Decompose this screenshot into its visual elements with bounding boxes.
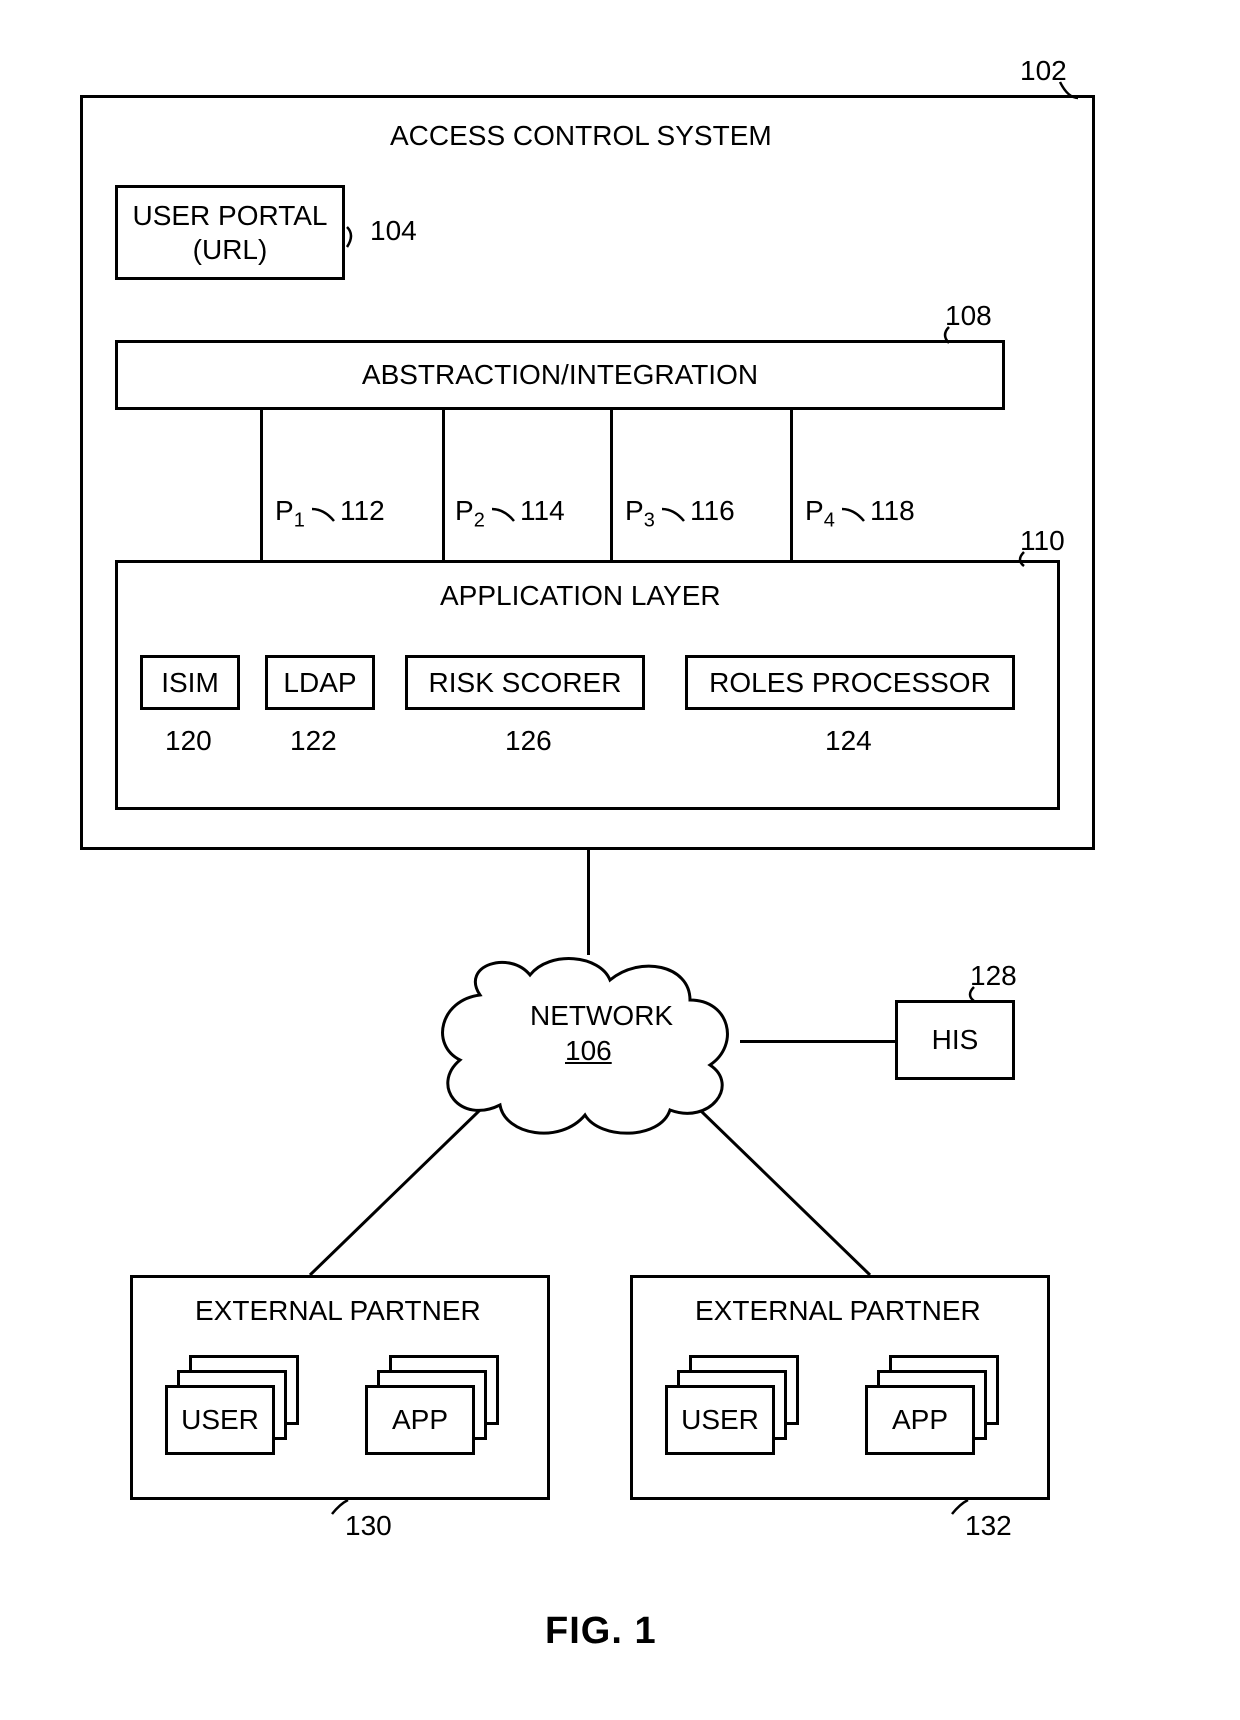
figure-title: FIG. 1 [545, 1610, 657, 1653]
conn-network-right [690, 1110, 890, 1280]
ref-126: 126 [505, 725, 552, 757]
ref-106: 106 [565, 1035, 612, 1067]
risk-scorer-box: RISK SCORER [405, 655, 645, 710]
user-portal-line1: USER PORTAL [132, 199, 327, 233]
tick-118 [840, 505, 868, 523]
ref-116: 116 [690, 495, 735, 527]
ref-112: 112 [340, 495, 385, 527]
conn-p4 [790, 410, 793, 560]
isim-label: ISIM [161, 666, 219, 700]
external-partner-right-title: EXTERNAL PARTNER [695, 1295, 981, 1327]
conn-p2 [442, 410, 445, 560]
access-control-system-title: ACCESS CONTROL SYSTEM [390, 120, 772, 152]
external-partner-left-title: EXTERNAL PARTNER [195, 1295, 481, 1327]
abstraction-label: ABSTRACTION/INTEGRATION [362, 358, 758, 392]
roles-label: ROLES PROCESSOR [709, 666, 991, 700]
isim-box: ISIM [140, 655, 240, 710]
app-label-right: APP [892, 1403, 948, 1437]
tick-110 [1010, 550, 1030, 568]
ref-114: 114 [520, 495, 565, 527]
ref-132: 132 [965, 1510, 1012, 1542]
tick-116 [660, 505, 688, 523]
roles-processor-box: ROLES PROCESSOR [685, 655, 1015, 710]
diagram-canvas: ACCESS CONTROL SYSTEM 102 USER PORTAL (U… [0, 0, 1240, 1720]
tick-108 [935, 325, 955, 345]
conn-sys-network [587, 850, 590, 955]
abstraction-box: ABSTRACTION/INTEGRATION [115, 340, 1005, 410]
conn-p3 [610, 410, 613, 560]
tick-128 [960, 985, 980, 1003]
p1-label: P1 [275, 495, 305, 533]
ref-124: 124 [825, 725, 872, 757]
user-portal-box: USER PORTAL (URL) [115, 185, 345, 280]
ref-130: 130 [345, 1510, 392, 1542]
tick-130 [330, 1498, 350, 1516]
ldap-box: LDAP [265, 655, 375, 710]
user-portal-line2: (URL) [193, 233, 268, 267]
user-label-right: USER [681, 1403, 759, 1437]
tick-104 [345, 225, 370, 250]
risk-label: RISK SCORER [429, 666, 622, 700]
his-label: HIS [932, 1023, 979, 1057]
tick-102 [1058, 80, 1088, 100]
tick-132 [950, 1498, 970, 1516]
conn-network-left [300, 1110, 500, 1280]
ref-122: 122 [290, 725, 337, 757]
conn-network-his [740, 1040, 895, 1043]
ref-120: 120 [165, 725, 212, 757]
ldap-label: LDAP [283, 666, 356, 700]
user-label-left: USER [181, 1403, 259, 1437]
app-label-left: APP [392, 1403, 448, 1437]
conn-p1 [260, 410, 263, 560]
ref-104: 104 [370, 215, 417, 247]
p3-label: P3 [625, 495, 655, 533]
his-box: HIS [895, 1000, 1015, 1080]
tick-114 [490, 505, 518, 523]
p4-label: P4 [805, 495, 835, 533]
p2-label: P2 [455, 495, 485, 533]
network-label: NETWORK [530, 1000, 673, 1032]
tick-112 [310, 505, 338, 523]
application-layer-title: APPLICATION LAYER [440, 580, 721, 612]
ref-118: 118 [870, 495, 915, 527]
